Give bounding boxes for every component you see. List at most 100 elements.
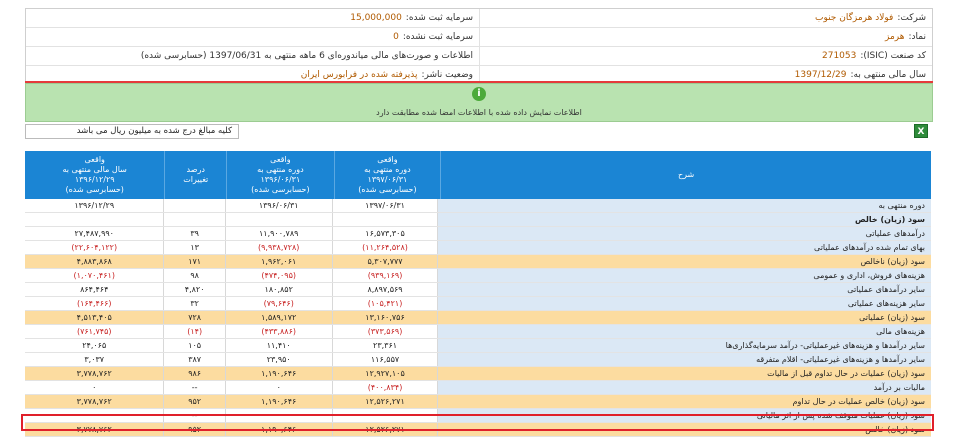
row-value-fy1396 <box>25 213 163 226</box>
row-value-fy1396: (۱۶۴,۴۶۶) <box>76 299 112 308</box>
registered-capital-cell: سرمایه ثبت شده: 15,000,000 <box>26 9 479 27</box>
row-value-1396: ۱,۱۹۰,۶۴۶ <box>224 395 332 408</box>
row-desc: سایر درآمدها و هزینه‌های غیرعملیاتی- درآ… <box>437 339 931 352</box>
row-desc: سایر هزینه‌های عملیاتی <box>437 297 931 310</box>
symbol-cell: نماد: هرمز <box>479 28 932 46</box>
row-value-1397: ۱۶,۵۷۳,۳۰۵ <box>331 227 438 240</box>
highlight-box-net-profit <box>21 414 934 431</box>
row-change-percent: ۹۸۶ <box>163 367 224 380</box>
row-desc: دوره منتهی به <box>437 199 931 212</box>
row-value-1396: ۱,۹۶۲,۰۶۱ <box>224 255 332 268</box>
isic-value: 271053 <box>822 51 857 61</box>
table-row: دوره منتهی به ۱۳۹۷/۰۶/۳۱ ۱۳۹۶/۰۶/۳۱ ۱۳۹۶/۱۲… <box>25 199 931 213</box>
row-value-1397: (۱۱,۲۶۴,۵۲۸) <box>331 241 438 254</box>
isic-label: کد صنعت (ISIC): <box>860 51 926 61</box>
company-info-panel: شرکت: فولاد هرمزگان جنوب سرمایه ثبت شده:… <box>25 8 933 84</box>
row-change-percent: (۱۴) <box>163 325 224 338</box>
table-row: سایر درآمدهای عملیاتی ۸,۸۹۷,۵۶۹ ۱۸۰,۸۵۲ ۴,۸… <box>25 283 931 297</box>
row-change-percent: ۱۰۵ <box>163 339 224 352</box>
row-value-1397 <box>331 213 438 226</box>
row-desc: هزینه‌های مالی <box>437 325 931 338</box>
row-value-fy1396: (۱,۰۷۰,۴۶۱) <box>73 271 115 280</box>
row-value-fy1396: ۳,۰۳۷ <box>84 355 105 364</box>
row-change-percent: ۳۸۷ <box>163 353 224 366</box>
publisher-status-label: وضعیت ناشر: <box>421 70 473 80</box>
row-change-percent: ۷۲۸ <box>163 311 224 324</box>
row-value-1396: ۱۱,۹۰۰,۷۸۹ <box>224 227 332 240</box>
row-change-percent: -- <box>163 381 224 394</box>
report-title-cell: اطلاعات و صورت‌های مالی میاندوره‌ای 6 ما… <box>26 47 479 65</box>
company-label: شرکت: <box>897 13 926 23</box>
header-desc: شرح <box>440 151 931 199</box>
row-desc: هزینه‌های فروش، اداری و عمومی <box>437 269 931 282</box>
row-desc: مالیات بر درآمد <box>437 381 931 394</box>
table-row: سود (زیان) عملیاتی ۱۳,۱۶۰,۷۵۶ ۱,۵۸۹,۱۷۲ ۷۲۸… <box>25 311 931 325</box>
table-row: هزینه‌های فروش، اداری و عمومی (۹۳۹,۱۶۹) (۴… <box>25 269 931 283</box>
row-value-1397: (۳۷۳,۵۶۹) <box>331 325 438 338</box>
row-change-percent: ۹۵۲ <box>163 395 224 408</box>
fiscal-year-value: 1397/12/29 <box>794 70 847 80</box>
symbol-value[interactable]: هرمز <box>885 32 905 42</box>
row-value-1397: ۲۳,۳۶۱ <box>331 339 438 352</box>
row-value-fy1396: ۳,۷۷۸,۷۶۲ <box>76 369 112 378</box>
company-value[interactable]: فولاد هرمزگان جنوب <box>815 13 893 23</box>
row-value-1396 <box>224 213 332 226</box>
row-change-percent: ۴,۸۲۰ <box>163 283 224 296</box>
row-value-1397: ۸,۸۹۷,۵۶۹ <box>331 283 438 296</box>
row-desc: درآمدهای عملیاتی <box>437 227 931 240</box>
row-desc: سایر درآمدهای عملیاتی <box>437 283 931 296</box>
table-row: مالیات بر درآمد (۴۰۰,۸۳۴) ۰ -- ۰ <box>25 381 931 395</box>
row-value-fy1396: (۲۲,۶۰۴,۱۲۲) <box>71 243 118 252</box>
row-value-fy1396: ۸۶۴,۴۶۴ <box>80 285 109 294</box>
row-value-1396: (۹,۹۳۸,۷۲۸) <box>224 241 332 254</box>
row-value-1396: ۱۳۹۶/۰۶/۳۱ <box>224 199 332 212</box>
row-value-1397: ۱۲,۹۲۷,۱۰۵ <box>331 367 438 380</box>
row-change-percent: ۱۷۱ <box>163 255 224 268</box>
registered-capital-label: سرمایه ثبت شده: <box>405 13 473 23</box>
row-value-fy1396: ۲۴,۰۶۵ <box>82 341 107 350</box>
row-value-1396: ۱۸۰,۸۵۲ <box>224 283 332 296</box>
row-value-1396: ۱,۵۸۹,۱۷۲ <box>224 311 332 324</box>
row-change-percent: ۹۸ <box>163 269 224 282</box>
table-row: سود (زیان) خالص <box>25 213 931 227</box>
row-value-fy1396: ۲۷,۴۸۷,۹۹۰ <box>74 229 114 238</box>
financial-table: شرح واقعی دوره منتهی به ۱۳۹۷/۰۶/۳۱ (حسابرسی… <box>25 151 931 437</box>
header-fiscal-year-1396: واقعی سال مالی منتهی به ۱۳۹۶/۱۲/۲۹ (حسابرسی… <box>62 155 127 194</box>
row-value-1396: (۴۷۴,۰۹۵) <box>224 269 332 282</box>
table-row: درآمدهای عملیاتی ۱۶,۵۷۳,۳۰۵ ۱۱,۹۰۰,۷۸۹ ۳۹ ۲۷… <box>25 227 931 241</box>
table-body: دوره منتهی به ۱۳۹۷/۰۶/۳۱ ۱۳۹۶/۰۶/۳۱ ۱۳۹۶/۱۲… <box>25 199 931 437</box>
table-row: بهای تمام شده درآمدهای عملیاتی (۱۱,۲۶۴,۵۲… <box>25 241 931 255</box>
unregistered-capital-value: 0 <box>393 32 399 42</box>
header-period-1396: واقعی دوره منتهی به ۱۳۹۶/۰۶/۳۱ (حسابرسی شده… <box>226 151 334 199</box>
info-icon: i <box>472 87 486 101</box>
row-value-fy1396: ۴,۸۸۳,۸۶۸ <box>76 257 112 266</box>
header-change-percent: درصد تغییرات <box>164 151 226 199</box>
row-desc: سایر درآمدها و هزینه‌های غیرعملیاتی- اقل… <box>437 353 931 366</box>
row-value-fy1396: ۰ <box>92 383 97 392</box>
row-value-fy1396: (۷۶۱,۷۴۵) <box>76 327 112 336</box>
row-value-fy1396: ۱۳۹۶/۱۲/۲۹ <box>74 201 115 210</box>
row-value-1396: ۰ <box>224 381 332 394</box>
row-value-1397: ۱۱۶,۵۵۷ <box>331 353 438 366</box>
row-value-1396: (۷۹,۶۴۶) <box>224 297 332 310</box>
header-period-1397: واقعی دوره منتهی به ۱۳۹۷/۰۶/۳۱ (حسابرسی شده… <box>333 151 441 199</box>
verification-notice: i اطلاعات نمایش داده شده با اطلاعات امضا… <box>25 83 933 122</box>
row-value-1397: (۴۰۰,۸۳۴) <box>331 381 438 394</box>
row-value-1397: (۱۰۵,۴۲۱) <box>331 297 438 310</box>
registered-capital-value: 15,000,000 <box>350 13 402 23</box>
row-desc: سود (زیان) خالص عملیات در حال تداوم <box>437 395 931 408</box>
publisher-status-value: پذیرفته شده در فرابورس ایران <box>300 70 418 80</box>
unregistered-capital-label: سرمایه ثبت نشده: <box>402 32 473 42</box>
table-row: سایر هزینه‌های عملیاتی (۱۰۵,۴۲۱) (۷۹,۶۴۶) ۳… <box>25 297 931 311</box>
row-desc: سود (زیان) خالص <box>437 213 931 226</box>
row-value-1396: ۱۱,۴۱۰ <box>224 339 332 352</box>
row-value-1396: ۲۳,۹۵۰ <box>224 353 332 366</box>
row-change-percent: ۳۲ <box>163 297 224 310</box>
table-row: سود (زیان) عملیات در حال تداوم قبل از ما… <box>25 367 931 381</box>
isic-cell: کد صنعت (ISIC): 271053 <box>479 47 932 65</box>
table-row: سود (زیان) ناخالص ۵,۳۰۷,۷۷۷ ۱,۹۶۲,۰۶۱ ۱۷۱ ۴,… <box>25 255 931 269</box>
row-value-1397: ۱۲,۵۲۶,۲۷۱ <box>331 395 438 408</box>
table-row: سایر درآمدها و هزینه‌های غیرعملیاتی- اقل… <box>25 353 931 367</box>
row-change-percent <box>163 213 224 226</box>
excel-icon[interactable]: X <box>914 124 928 138</box>
